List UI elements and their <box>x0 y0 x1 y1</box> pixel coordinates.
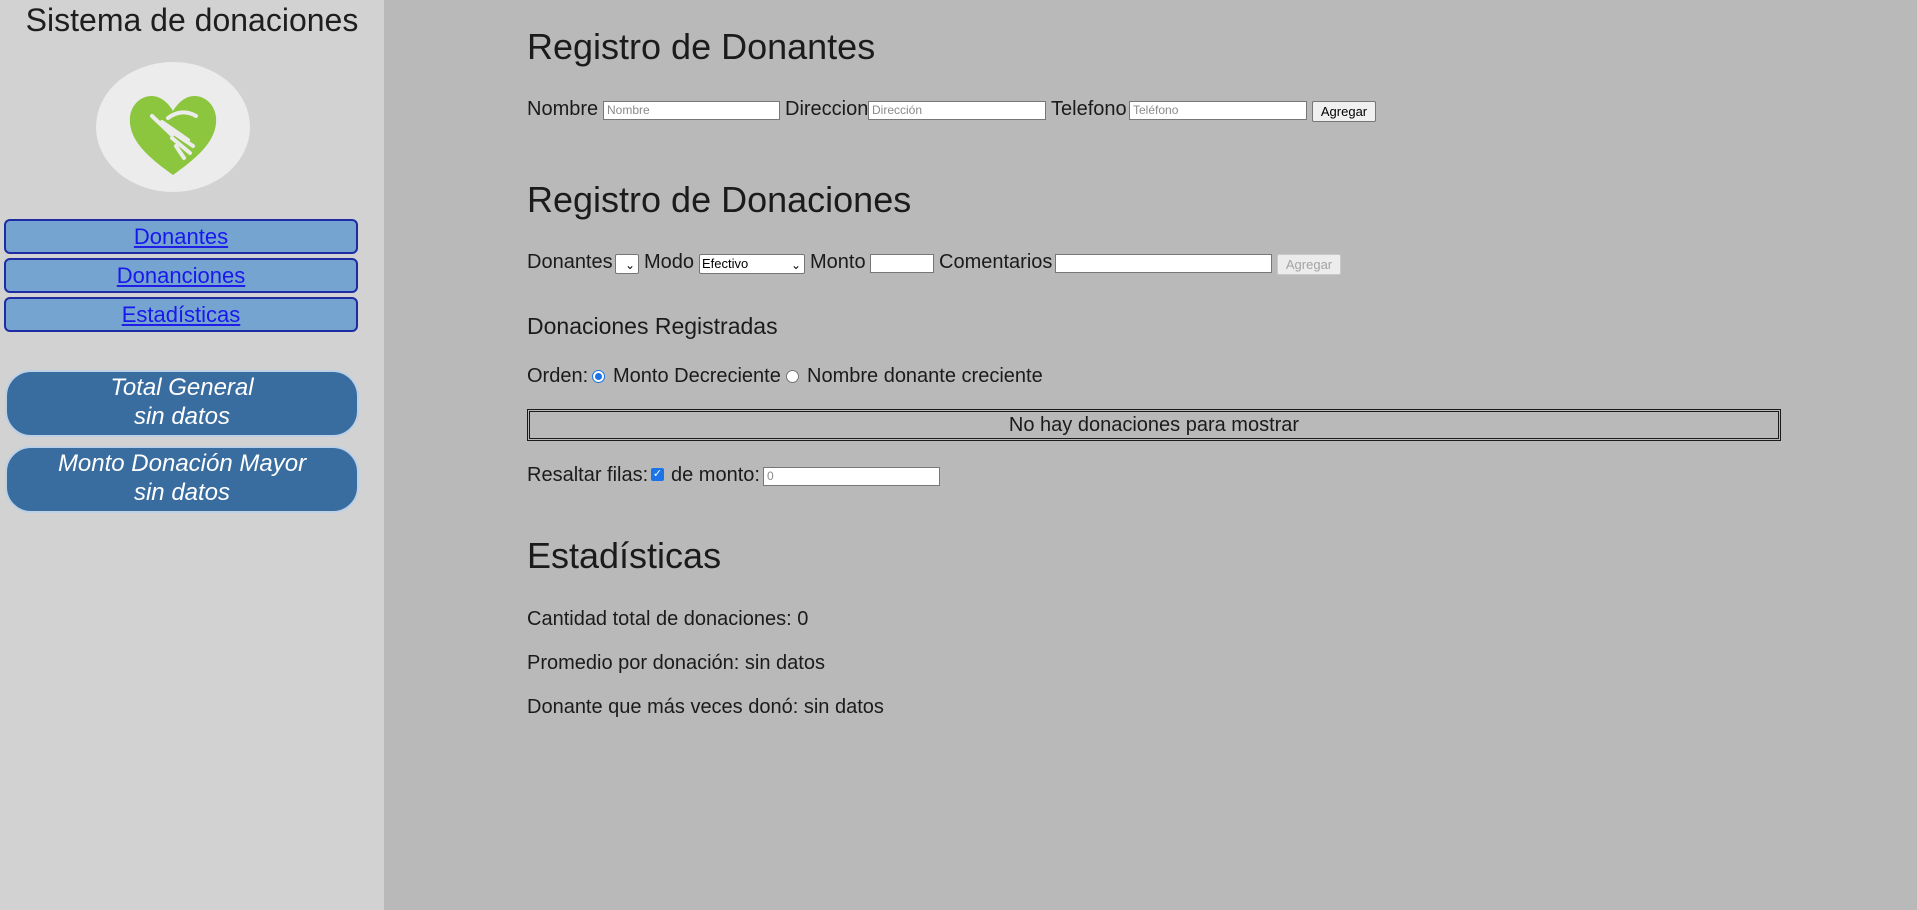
nav-donaciones-label[interactable]: Donanciones <box>117 263 245 288</box>
total-general-value: sin datos <box>133 403 231 430</box>
registradas-title: Donaciones Registradas <box>527 313 778 339</box>
resaltar-label: Resaltar filas: <box>527 464 649 486</box>
monto-mayor-title: Monto Donación Mayor <box>57 450 307 477</box>
direccion-input[interactable]: Dirección <box>868 101 1046 120</box>
direccion-label: Direccion <box>785 98 869 120</box>
nav-donaciones-button[interactable]: Donanciones <box>4 258 358 293</box>
nav-donantes-label[interactable]: Donantes <box>134 224 228 249</box>
donaciones-table: No hay donaciones para mostrar <box>527 409 1781 441</box>
orden-nombre-label[interactable]: Nombre donante creciente <box>807 364 1043 388</box>
promedio-text: Promedio por donación: sin datos <box>527 652 825 674</box>
monto-mayor-card: Monto Donación Mayor sin datos <box>5 446 359 513</box>
monto-mayor-value: sin datos <box>133 479 231 506</box>
chevron-down-icon: ⌄ <box>624 258 635 272</box>
sidebar: Sistema de donaciones Donantes Donancion… <box>0 0 384 910</box>
orden-monto-label[interactable]: Monto Decreciente <box>613 364 781 388</box>
modo-select[interactable]: Efectivo ⌄ <box>699 254 805 274</box>
de-monto-label: de monto: <box>671 464 760 486</box>
nav-donantes-button[interactable]: Donantes <box>4 219 358 254</box>
orden-label: Orden: <box>527 365 589 387</box>
monto-input[interactable] <box>870 254 934 273</box>
donantes-select-label: Donantes <box>527 251 613 273</box>
resaltar-monto-input[interactable]: 0 <box>763 467 940 486</box>
page: Sistema de donaciones Donantes Donancion… <box>0 0 1917 910</box>
nav-estadisticas-button[interactable]: Estadísticas <box>4 297 358 332</box>
telefono-input[interactable]: Teléfono <box>1129 101 1307 120</box>
empty-table-message: No hay donaciones para mostrar <box>1008 414 1300 436</box>
handshake-heart-icon <box>129 96 217 175</box>
resaltar-checkbox[interactable]: ✓ <box>651 468 664 481</box>
comentarios-label: Comentarios <box>939 251 1053 273</box>
modo-label: Modo <box>644 251 695 273</box>
direccion-placeholder: Dirección <box>872 103 923 117</box>
donantes-select[interactable]: ⌄ <box>615 254 639 274</box>
comentarios-input[interactable] <box>1055 254 1272 273</box>
app-title: Sistema de donaciones <box>25 2 359 38</box>
agregar-donante-button[interactable]: Agregar <box>1312 101 1376 122</box>
nombre-input[interactable]: Nombre <box>603 101 780 120</box>
logo <box>96 62 250 192</box>
donantes-section-title: Registro de Donantes <box>527 26 876 67</box>
total-general-card: Total General sin datos <box>5 370 359 437</box>
donaciones-section-title: Registro de Donaciones <box>527 179 912 220</box>
chevron-down-icon: ⌄ <box>790 258 801 272</box>
monto-label: Monto <box>810 251 866 273</box>
estadisticas-section-title: Estadísticas <box>527 535 722 576</box>
donante-mas-text: Donante que más veces donó: sin datos <box>527 696 884 718</box>
nombre-label: Nombre <box>527 98 599 120</box>
telefono-label: Telefono <box>1051 98 1127 120</box>
agregar-donacion-button[interactable]: Agregar <box>1277 254 1341 275</box>
total-general-title: Total General <box>110 374 254 401</box>
orden-nombre-radio[interactable] <box>786 370 799 383</box>
nav-estadisticas-label[interactable]: Estadísticas <box>122 302 241 327</box>
nombre-placeholder: Nombre <box>607 103 650 117</box>
cantidad-total-text: Cantidad total de donaciones: 0 <box>527 608 809 630</box>
modo-select-value: Efectivo <box>702 256 749 271</box>
telefono-placeholder: Teléfono <box>1133 103 1179 117</box>
resaltar-monto-placeholder: 0 <box>767 469 774 483</box>
orden-monto-radio[interactable] <box>592 370 605 383</box>
